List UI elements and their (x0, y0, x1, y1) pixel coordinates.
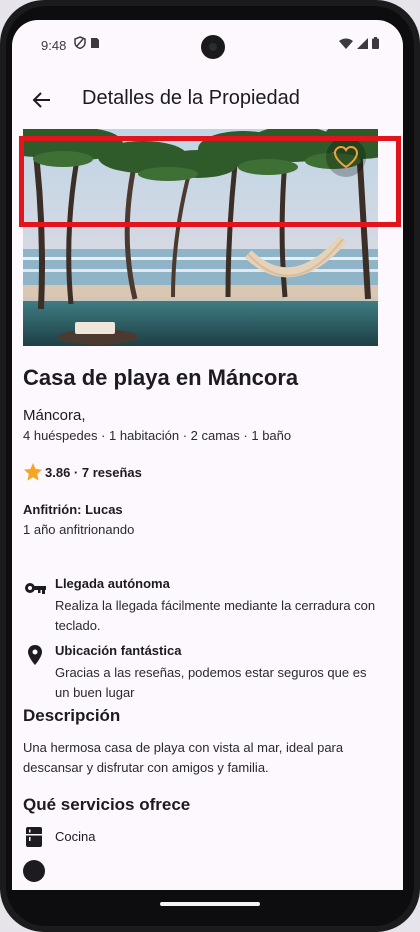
beach-scene-image (23, 129, 378, 346)
back-button[interactable] (26, 84, 58, 116)
description-heading: Descripción (23, 706, 121, 725)
status-icons-right (339, 37, 379, 49)
front-camera (201, 35, 225, 59)
host-experience: 1 año anfitrionando (23, 522, 135, 537)
key-icon (25, 583, 46, 594)
navigation-handle[interactable] (160, 902, 260, 906)
feature-title: Ubicación fantástica (55, 643, 182, 658)
page-title: Detalles de la Propiedad (82, 87, 300, 109)
sim-card-icon (91, 37, 99, 48)
wifi-icon (339, 38, 353, 49)
feature-description: Gracias a las reseñas, podemos estar seg… (55, 665, 367, 700)
status-time: 9:48 (41, 38, 67, 53)
heart-outline-icon (333, 145, 359, 169)
favorite-button[interactable] (326, 137, 366, 177)
star-icon (24, 463, 42, 481)
feature-title: Llegada autónoma (55, 576, 170, 591)
arrow-back-icon (32, 92, 50, 108)
property-capacity: 4 huéspedes · 1 habitación · 2 camas · 1… (23, 428, 292, 443)
description-text: Una hermosa casa de playa con vista al m… (23, 740, 344, 775)
location-pin-icon (28, 645, 42, 665)
kitchen-icon (26, 827, 42, 847)
shield-icon (74, 36, 86, 49)
property-title: Casa de playa en Máncora (23, 365, 299, 390)
status-bar: 9:48 (12, 20, 403, 68)
property-photo (23, 129, 378, 346)
status-icons-left (74, 36, 100, 49)
battery-icon (372, 37, 379, 49)
rating-text: 3.86 · 7 reseñas (45, 464, 142, 480)
property-location: Máncora, (23, 407, 86, 424)
signal-icon (357, 37, 368, 49)
rating-row: 3.86 · 7 reseñas (23, 462, 142, 482)
host-name: Anfitrión: Lucas (23, 502, 123, 517)
service-icon-partial (23, 860, 45, 882)
feature-description: Realiza la llegada fácilmente mediante l… (55, 598, 376, 633)
services-heading: Qué servicios ofrece (23, 795, 191, 814)
service-label: Cocina (55, 829, 96, 844)
top-app-bar: Detalles de la Propiedad (12, 76, 403, 124)
